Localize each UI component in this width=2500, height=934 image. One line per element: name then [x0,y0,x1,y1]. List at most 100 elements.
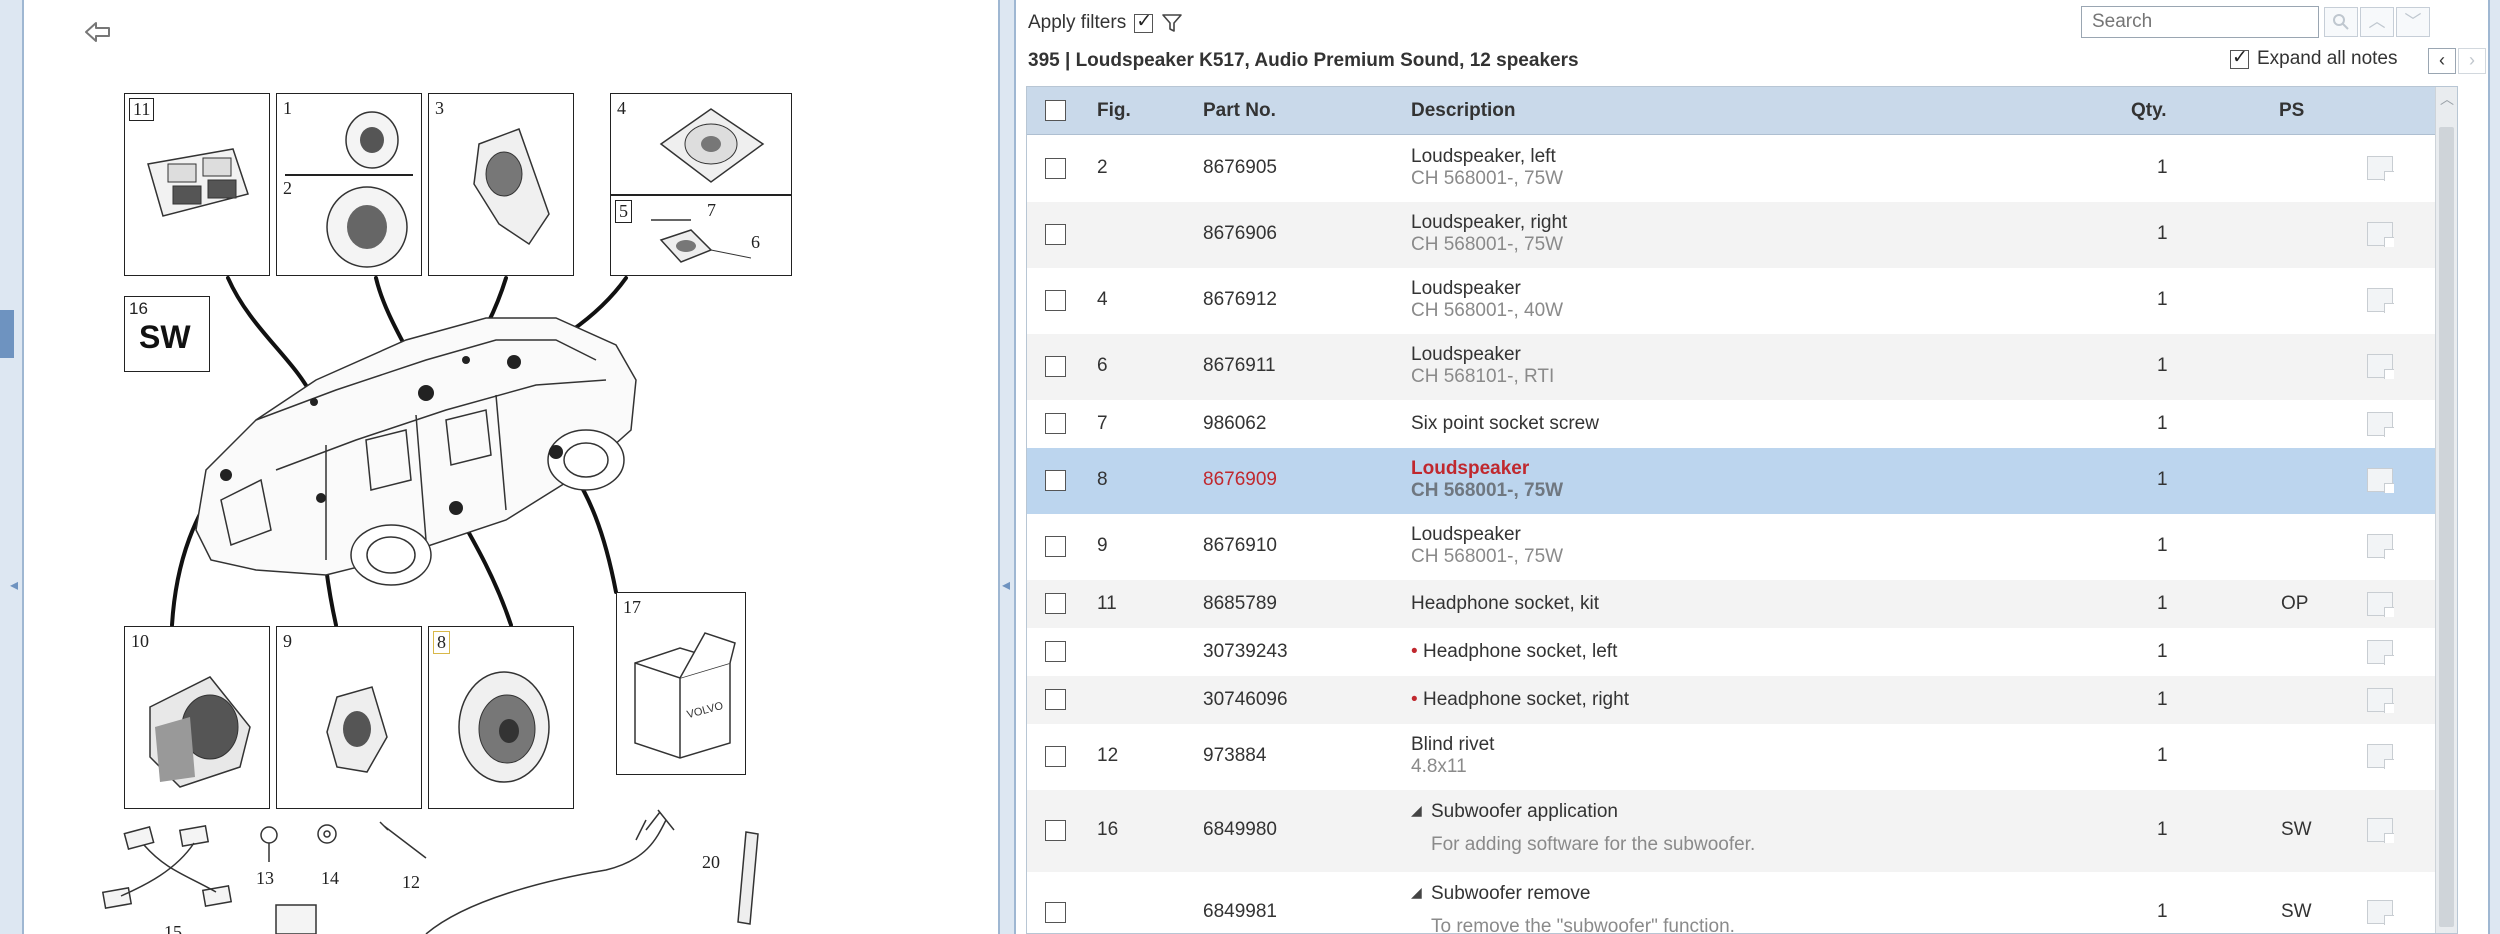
col-fig[interactable]: Fig. [1097,100,1131,122]
row-description: Loudspeaker [1411,344,1521,365]
row-checkbox[interactable] [1045,470,1066,491]
table-row[interactable]: 9 8676910 Loudspeaker CH 568001-, 75W 1 [1027,514,2447,580]
search-next-button[interactable]: ﹀ [2396,7,2430,37]
prev-section-button[interactable]: ‹ [2428,48,2456,74]
chevron-down-icon: ﹀ [2404,12,2422,31]
col-ps[interactable]: PS [2279,100,2304,122]
row-fig: 8 [1097,469,1108,490]
figure-box-loudspeaker-1-2[interactable]: 1 2 [276,93,422,276]
row-checkbox[interactable] [1045,593,1066,614]
row-part-no: 6849981 [1203,901,1277,922]
table-scrollbar[interactable]: ︿ [2435,87,2457,933]
note-icon[interactable] [2367,288,2394,313]
expand-triangle-icon[interactable]: ◢ [1411,884,1422,901]
col-qty[interactable]: Qty. [2131,100,2167,122]
table-row[interactable]: 4 8676912 Loudspeaker CH 568001-, 40W 1 [1027,268,2447,334]
figure-box-loudspeaker-4[interactable]: 4 [610,93,792,195]
row-checkbox[interactable] [1045,536,1066,557]
table-row[interactable]: 16 6849980 ◢ Subwoofer application For a… [1027,790,2447,872]
col-description[interactable]: Description [1411,100,1516,122]
figure-box-loudspeaker-10[interactable]: 10 [124,626,270,809]
row-qty: 1 [2157,413,2168,434]
row-checkbox[interactable] [1045,689,1066,710]
row-description: Subwoofer application [1431,801,1618,822]
left-panel-edge[interactable]: ◂ [0,0,24,934]
table-row[interactable]: 2 8676905 Loudspeaker, left CH 568001-, … [1027,136,2447,202]
note-icon[interactable] [2367,534,2394,559]
next-section-button[interactable]: › [2458,48,2486,74]
callout-3: 3 [435,98,444,118]
apply-filters-checkbox[interactable] [1134,10,1154,33]
row-checkbox[interactable] [1045,356,1066,377]
note-icon[interactable] [2367,744,2394,769]
note-icon[interactable] [2367,354,2394,379]
row-note-text: To remove the "subwoofer" function. [1431,916,1735,934]
table-row[interactable]: 12 973884 Blind rivet 4.8x11 1 [1027,724,2447,790]
figure-box-screw-bracket[interactable]: 5 7 6 [610,195,792,276]
table-row[interactable]: 30739243 • Headphone socket, left 1 [1027,628,2447,676]
row-checkbox[interactable] [1045,902,1066,923]
filter-icon[interactable] [1161,12,1183,34]
collapse-left-icon[interactable]: ◂ [10,575,20,615]
note-icon[interactable] [2367,818,2394,843]
row-checkbox[interactable] [1045,224,1066,245]
note-icon[interactable] [2367,222,2394,247]
note-icon[interactable] [2367,412,2394,437]
figure-box-subwoofer-sw[interactable]: 16 SW [124,296,210,372]
table-row[interactable]: 30746096 • Headphone socket, right 1 [1027,676,2447,724]
row-checkbox[interactable] [1045,290,1066,311]
row-checkbox[interactable] [1045,746,1066,767]
search-button[interactable] [2324,7,2358,37]
note-icon[interactable] [2367,468,2394,493]
row-checkbox[interactable] [1045,158,1066,179]
row-qty: 1 [2157,469,2168,490]
figure-box-loudspeaker-8[interactable]: 8 [428,626,574,809]
note-icon[interactable] [2367,592,2394,617]
search-prev-button[interactable]: ︿ [2360,7,2394,37]
table-row[interactable]: 6 8676911 Loudspeaker CH 568101-, RTI 1 [1027,334,2447,400]
row-ps: SW [2281,819,2312,840]
row-checkbox[interactable] [1045,413,1066,434]
figure-box-loudspeaker-3[interactable]: 3 [428,93,574,276]
callout-20: 20 [702,852,720,872]
callout-15: 15 [164,922,182,934]
note-icon[interactable] [2367,640,2394,665]
search-icon [2333,14,2349,30]
row-checkbox[interactable] [1045,820,1066,841]
right-panel-edge[interactable] [2488,0,2500,934]
table-row[interactable]: 6849981 ◢ Subwoofer remove To remove the… [1027,872,2447,934]
col-part-no[interactable]: Part No. [1203,100,1276,122]
pane-splitter[interactable]: ◂ [998,0,1016,934]
figure-box-headphone-socket[interactable]: 11 [124,93,270,276]
screw-bracket-drawing [651,219,751,263]
figure-box-kit-17[interactable]: 17 VOLVO [616,592,746,775]
search-input[interactable] [2081,6,2319,38]
bullet-icon: • [1411,689,1418,710]
table-row[interactable]: 11 8685789 Headphone socket, kit 1 OP [1027,580,2447,628]
scrollbar-thumb[interactable] [2439,127,2454,927]
table-row[interactable]: 8676906 Loudspeaker, right CH 568001-, 7… [1027,202,2447,268]
illustration-pane: 11 1 2 3 4 5 7 6 16 SW 10 9 8 17 VOLVO 1… [26,0,996,934]
row-sub-description: 4.8x11 [1411,756,1467,777]
note-icon[interactable] [2367,156,2394,181]
note-icon[interactable] [2367,900,2394,925]
row-fig: 7 [1097,413,1108,434]
row-part-no: 8685789 [1203,593,1277,614]
expand-notes-checkbox[interactable] [2230,46,2249,69]
expand-triangle-icon[interactable]: ◢ [1411,802,1422,819]
callout-16: 16 [129,299,148,318]
select-all-checkbox[interactable] [1045,100,1066,121]
scroll-up-icon[interactable]: ︿ [2439,89,2455,109]
left-panel-tab[interactable] [0,310,14,358]
expand-notes-control[interactable]: Expand all notes [2230,46,2398,70]
loudspeaker-drawing [326,111,408,268]
note-icon[interactable] [2367,688,2394,713]
table-row[interactable]: 7 986062 Six point socket screw 1 [1027,400,2447,448]
row-part-no: 8676911 [1203,355,1276,376]
collapse-splitter-icon[interactable]: ◂ [1002,575,1012,615]
row-qty: 1 [2157,819,2168,840]
table-row-selected[interactable]: 8 8676909 Loudspeaker CH 568001-, 75W 1 [1027,448,2447,514]
figure-box-loudspeaker-9[interactable]: 9 [276,626,422,809]
row-checkbox[interactable] [1045,641,1066,662]
row-part-no: 973884 [1203,745,1267,766]
